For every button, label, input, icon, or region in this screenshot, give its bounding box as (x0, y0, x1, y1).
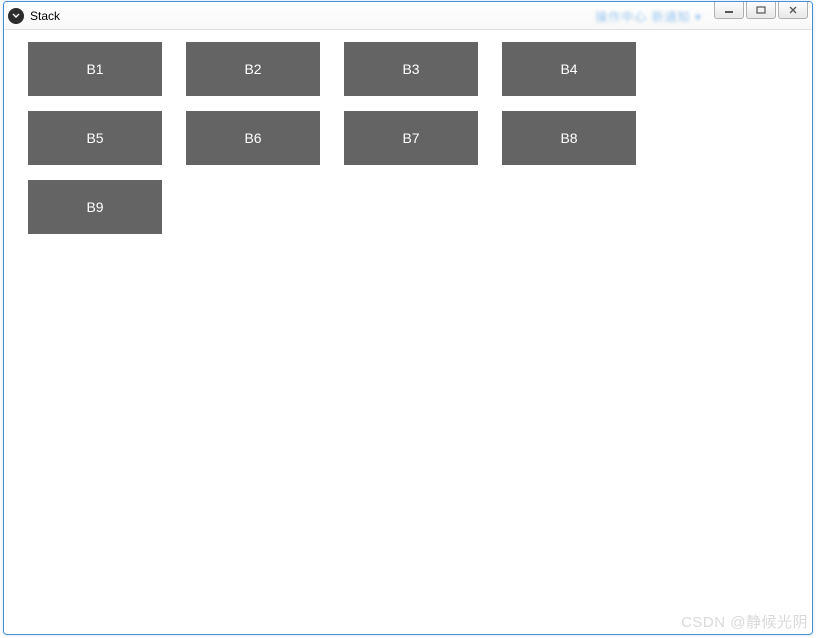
minimize-button[interactable] (714, 1, 744, 19)
maximize-button[interactable] (746, 1, 776, 19)
stack-button-b4[interactable]: B4 (502, 42, 636, 96)
stack-button-b9[interactable]: B9 (28, 180, 162, 234)
button-stack: B1 B2 B3 B4 B5 B6 B7 B8 B9 (28, 42, 788, 234)
stack-button-b6[interactable]: B6 (186, 111, 320, 165)
stack-button-b2[interactable]: B2 (186, 42, 320, 96)
app-window: Stack 操作中心 新通知 ▾ B1 B2 B3 B4 B5 B6 B7 B8… (3, 1, 813, 635)
titlebar[interactable]: Stack 操作中心 新通知 ▾ (4, 2, 812, 30)
stack-button-b7[interactable]: B7 (344, 111, 478, 165)
stack-button-b5[interactable]: B5 (28, 111, 162, 165)
close-icon (788, 6, 798, 14)
stack-button-b1[interactable]: B1 (28, 42, 162, 96)
app-icon (8, 8, 24, 24)
background-hint: 操作中心 新通知 ▾ (595, 8, 702, 25)
stack-button-b8[interactable]: B8 (502, 111, 636, 165)
client-area: B1 B2 B3 B4 B5 B6 B7 B8 B9 (4, 30, 812, 634)
minimize-icon (724, 6, 734, 14)
close-button[interactable] (778, 1, 808, 19)
stack-button-b3[interactable]: B3 (344, 42, 478, 96)
maximize-icon (756, 6, 766, 14)
window-controls (712, 1, 812, 19)
window-title: Stack (30, 9, 60, 23)
